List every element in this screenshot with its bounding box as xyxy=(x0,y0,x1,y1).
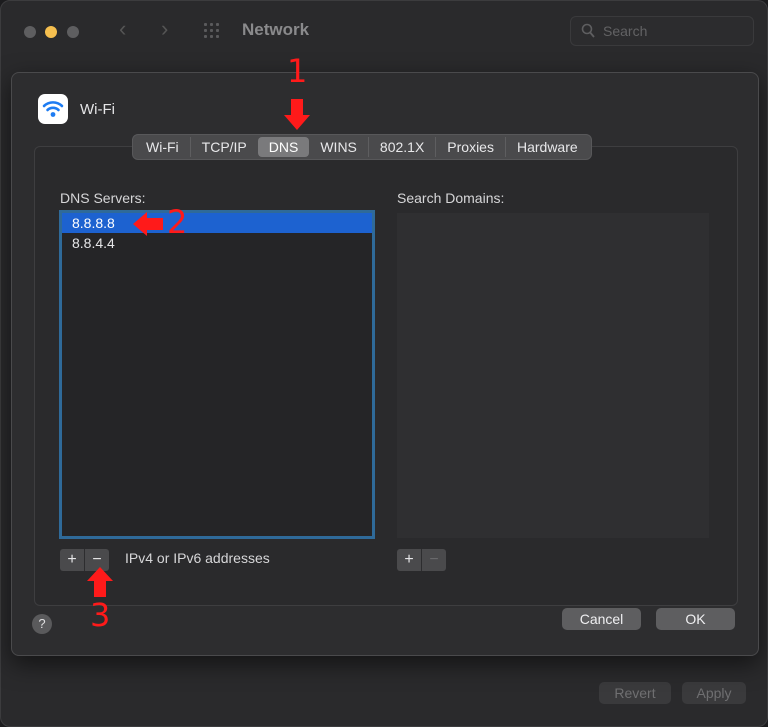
forward-arrow-icon[interactable]: › xyxy=(161,16,168,42)
annotation-step-3: 3 xyxy=(90,596,111,634)
tab-bar: Wi-Fi TCP/IP DNS WINS 802.1X Proxies Har… xyxy=(132,134,592,160)
dns-settings-sheet: Wi-Fi Wi-Fi TCP/IP DNS WINS 802.1X Proxi… xyxy=(11,72,759,656)
annotation-step-1: 1 xyxy=(287,52,308,90)
tab-proxies[interactable]: Proxies xyxy=(436,137,506,157)
tab-wifi[interactable]: Wi-Fi xyxy=(135,137,191,157)
window-title: Network xyxy=(242,20,310,39)
ok-button[interactable]: OK xyxy=(656,608,735,630)
tab-dns[interactable]: DNS xyxy=(257,137,310,157)
add-domain-button[interactable]: + xyxy=(397,549,421,571)
tab-hardware[interactable]: Hardware xyxy=(506,137,589,157)
minimize-button[interactable] xyxy=(45,26,57,38)
dns-servers-label: DNS Servers: xyxy=(60,190,146,206)
dns-server-row[interactable]: 8.8.4.4 xyxy=(62,233,372,253)
annotation-arrow-up-icon xyxy=(87,567,113,597)
search-domains-list[interactable] xyxy=(397,213,709,538)
dns-servers-list[interactable]: 8.8.8.8 8.8.4.4 xyxy=(59,210,375,539)
cancel-button[interactable]: Cancel xyxy=(562,608,641,630)
apply-button[interactable]: Apply xyxy=(682,682,746,704)
tab-wins[interactable]: WINS xyxy=(309,137,369,157)
dns-hint-text: IPv4 or IPv6 addresses xyxy=(125,550,270,566)
search-icon xyxy=(581,23,595,38)
tab-tcpip[interactable]: TCP/IP xyxy=(191,137,258,157)
remove-domain-button[interactable]: − xyxy=(421,549,446,571)
domain-add-remove-control: + − xyxy=(397,549,446,571)
wifi-icon xyxy=(38,94,68,124)
add-dns-button[interactable]: + xyxy=(60,549,84,571)
annotation-arrow-down-icon xyxy=(284,99,310,130)
titlebar: ‹ › Network xyxy=(1,1,767,59)
tab-8021x[interactable]: 802.1X xyxy=(369,137,437,157)
search-input[interactable] xyxy=(603,22,743,40)
dns-server-row-selected[interactable]: 8.8.8.8 xyxy=(62,213,372,233)
zoom-button[interactable] xyxy=(67,26,79,38)
search-domains-label: Search Domains: xyxy=(397,190,505,206)
annotation-step-2: 2 xyxy=(167,203,188,241)
annotation-arrow-left-icon xyxy=(133,212,163,236)
close-button[interactable] xyxy=(24,26,36,38)
show-all-grid-icon[interactable] xyxy=(204,23,222,39)
search-field[interactable] xyxy=(570,16,754,46)
sheet-title: Wi-Fi xyxy=(80,101,115,118)
revert-button[interactable]: Revert xyxy=(599,682,671,704)
back-arrow-icon[interactable]: ‹ xyxy=(119,16,126,42)
help-button[interactable]: ? xyxy=(32,614,52,634)
